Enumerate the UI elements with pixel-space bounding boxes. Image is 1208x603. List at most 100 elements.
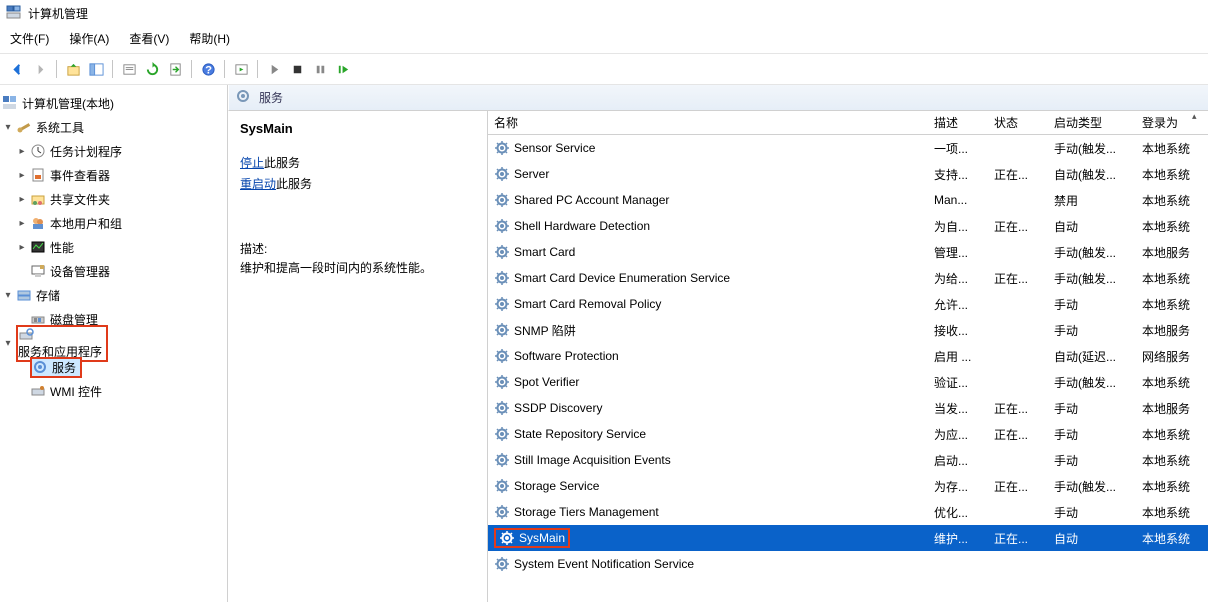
col-desc[interactable]: 描述: [928, 114, 988, 131]
service-logon: 本地系统: [1136, 426, 1208, 443]
service-start-type: 手动: [1048, 452, 1136, 469]
up-button[interactable]: [62, 58, 84, 80]
service-row[interactable]: System Event Notification Service: [488, 551, 1208, 577]
pause-button[interactable]: [309, 58, 331, 80]
service-row[interactable]: Sensor Service一项...手动(触发...本地系统: [488, 135, 1208, 161]
service-row[interactable]: Server支持...正在...自动(触发...本地系统: [488, 161, 1208, 187]
clock-icon: [30, 143, 46, 159]
service-logon: 本地服务: [1136, 322, 1208, 339]
service-desc: 启用 ...: [928, 348, 988, 365]
service-row[interactable]: Still Image Acquisition Events启动...手动本地系…: [488, 447, 1208, 473]
tree-task-scheduler[interactable]: ▸任务计划程序: [0, 139, 227, 163]
chevron-down-icon[interactable]: ▾: [2, 290, 14, 301]
service-row[interactable]: SNMP 陷阱接收...手动本地服务: [488, 317, 1208, 343]
service-name: Still Image Acquisition Events: [488, 452, 928, 468]
service-row[interactable]: State Repository Service为应...正在...手动本地系统: [488, 421, 1208, 447]
service-logon: 网络服务: [1136, 348, 1208, 365]
main-area: 计算机管理(本地) ▾系统工具 ▸任务计划程序 ▸事件查看器 ▸共享文件夹 ▸本…: [0, 85, 1208, 602]
service-desc: 管理...: [928, 244, 988, 261]
tree-system-tools[interactable]: ▾系统工具: [0, 115, 227, 139]
service-start-type: 自动: [1048, 530, 1136, 547]
shared-folder-icon: [30, 191, 46, 207]
service-row[interactable]: Smart Card Device Enumeration Service为给.…: [488, 265, 1208, 291]
tree-storage[interactable]: ▾存储: [0, 283, 227, 307]
service-start-type: 手动(触发...: [1048, 374, 1136, 391]
tree-root[interactable]: 计算机管理(本地): [0, 91, 227, 115]
chevron-right-icon[interactable]: ▸: [16, 146, 28, 157]
sort-indicator-icon: ▴: [1192, 111, 1197, 122]
chevron-right-icon[interactable]: ▸: [16, 194, 28, 205]
service-status: 正在...: [988, 166, 1048, 183]
menu-action[interactable]: 操作(A): [69, 30, 109, 47]
tree-device-manager[interactable]: 设备管理器: [0, 259, 227, 283]
stop-button[interactable]: [286, 58, 308, 80]
right-pane: 服务 SysMain 停止此服务 重启动此服务 描述: 维护和提高一段时间内的系…: [228, 85, 1208, 602]
menu-help[interactable]: 帮助(H): [189, 30, 230, 47]
col-start[interactable]: 启动类型: [1048, 114, 1136, 131]
chevron-right-icon[interactable]: ▸: [16, 170, 28, 181]
service-desc: 启动...: [928, 452, 988, 469]
service-logon: 本地系统: [1136, 192, 1208, 209]
performance-icon: [30, 239, 46, 255]
forward-button[interactable]: [29, 58, 51, 80]
gear-icon: [32, 359, 48, 375]
chevron-down-icon[interactable]: ▾: [2, 122, 14, 133]
window-title: 计算机管理: [28, 5, 88, 22]
service-logon: 本地系统: [1136, 296, 1208, 313]
service-row[interactable]: Storage Service为存...正在...手动(触发...本地系统: [488, 473, 1208, 499]
tree-local-users[interactable]: ▸本地用户和组: [0, 211, 227, 235]
tree-event-viewer[interactable]: ▸事件查看器: [0, 163, 227, 187]
service-name: Smart Card Device Enumeration Service: [488, 270, 928, 286]
service-name: Software Protection: [488, 348, 928, 364]
svg-text:?: ?: [205, 64, 212, 76]
service-row[interactable]: Software Protection启用 ... 自动(延迟...网络服务: [488, 343, 1208, 369]
col-logon[interactable]: 登录为: [1136, 114, 1208, 131]
run-button[interactable]: [230, 58, 252, 80]
refresh-button[interactable]: [141, 58, 163, 80]
service-row[interactable]: SysMain维护...正在...自动本地系统: [488, 525, 1208, 551]
menu-file[interactable]: 文件(F): [10, 30, 49, 47]
service-row[interactable]: Smart Card管理...手动(触发...本地服务: [488, 239, 1208, 265]
service-start-type: 手动(触发...: [1048, 140, 1136, 157]
tree-wmi[interactable]: WMI 控件: [0, 379, 227, 403]
toolbar: ?: [0, 54, 1208, 85]
tree-performance[interactable]: ▸性能: [0, 235, 227, 259]
restart-button[interactable]: [332, 58, 354, 80]
col-name[interactable]: 名称: [488, 114, 928, 131]
stop-service-link[interactable]: 停止: [240, 156, 264, 170]
properties-button[interactable]: [118, 58, 140, 80]
service-row[interactable]: SSDP Discovery当发...正在...手动本地服务: [488, 395, 1208, 421]
service-row[interactable]: Shell Hardware Detection为自...正在...自动本地系统: [488, 213, 1208, 239]
service-row[interactable]: Spot Verifier验证...手动(触发...本地系统: [488, 369, 1208, 395]
tree-pane: 计算机管理(本地) ▾系统工具 ▸任务计划程序 ▸事件查看器 ▸共享文件夹 ▸本…: [0, 85, 228, 602]
menu-view[interactable]: 查看(V): [129, 30, 169, 47]
service-start-type: 自动(延迟...: [1048, 348, 1136, 365]
col-status[interactable]: 状态: [988, 114, 1048, 131]
services-apps-icon: [18, 327, 34, 343]
export-button[interactable]: [164, 58, 186, 80]
chevron-right-icon[interactable]: ▸: [16, 242, 28, 253]
service-name: Smart Card: [488, 244, 928, 260]
service-name: Smart Card Removal Policy: [488, 296, 928, 312]
service-desc: 允许...: [928, 296, 988, 313]
storage-icon: [16, 287, 32, 303]
service-logon: 本地系统: [1136, 166, 1208, 183]
service-start-type: 自动(触发...: [1048, 166, 1136, 183]
service-row[interactable]: Storage Tiers Management优化...手动本地系统: [488, 499, 1208, 525]
restart-service-link[interactable]: 重启动: [240, 177, 276, 191]
service-desc: 为存...: [928, 478, 988, 495]
tree-shared-folders[interactable]: ▸共享文件夹: [0, 187, 227, 211]
help-button[interactable]: ?: [197, 58, 219, 80]
service-row[interactable]: Shared PC Account ManagerMan...禁用本地系统: [488, 187, 1208, 213]
service-name: State Repository Service: [488, 426, 928, 442]
play-button[interactable]: [263, 58, 285, 80]
tree-services[interactable]: 服务: [0, 355, 227, 379]
chevron-right-icon[interactable]: ▸: [16, 218, 28, 229]
back-button[interactable]: [6, 58, 28, 80]
service-desc: 维护...: [928, 530, 988, 547]
detail-pane-toggle[interactable]: [85, 58, 107, 80]
menu-bar: 文件(F) 操作(A) 查看(V) 帮助(H): [0, 26, 1208, 54]
tree-services-apps[interactable]: ▾服务和应用程序: [0, 331, 227, 355]
service-row[interactable]: Smart Card Removal Policy允许...手动本地系统: [488, 291, 1208, 317]
chevron-down-icon[interactable]: ▾: [2, 338, 14, 349]
